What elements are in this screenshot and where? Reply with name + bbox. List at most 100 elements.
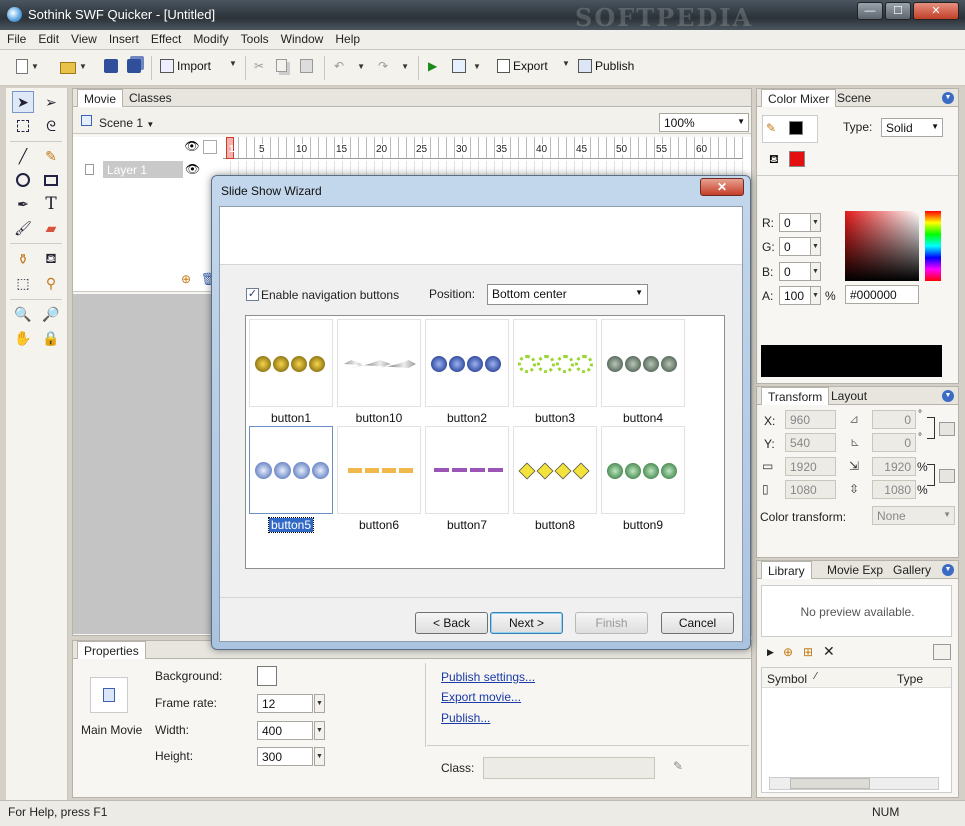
button-thumb[interactable]: [249, 319, 333, 407]
copy-button[interactable]: [276, 59, 287, 72]
g-input[interactable]: 0: [779, 237, 811, 256]
button-thumb[interactable]: [513, 426, 597, 514]
dialog-close-button[interactable]: ✕: [700, 178, 744, 196]
hex-input[interactable]: #000000: [845, 285, 919, 304]
line-tool[interactable]: ╱: [12, 145, 34, 167]
delete-icon[interactable]: ✕: [823, 643, 835, 660]
brush-tool[interactable]: 🖌: [12, 217, 34, 239]
chevron-down-icon[interactable]: ▼: [314, 747, 325, 766]
button-thumb[interactable]: [337, 426, 421, 514]
enable-nav-checkbox[interactable]: ✓: [246, 288, 259, 301]
button-label[interactable]: button5: [247, 517, 335, 533]
chevron-down-icon[interactable]: ▼: [31, 62, 39, 71]
col-type[interactable]: Type: [897, 672, 923, 686]
play-button[interactable]: ▶: [428, 59, 437, 73]
redo-button[interactable]: ↷ ▼: [378, 59, 409, 73]
layer-row[interactable]: Layer 1 👁: [73, 161, 223, 179]
library-options-button[interactable]: [933, 644, 951, 660]
subselect-tool[interactable]: ➢: [40, 91, 62, 113]
menu-edit[interactable]: Edit: [31, 30, 64, 46]
pen-tool[interactable]: ✒: [12, 193, 34, 215]
lasso-tool[interactable]: ᘓ: [40, 115, 62, 137]
chevron-down-icon[interactable]: ▼: [810, 262, 821, 281]
import-button[interactable]: Import: [160, 59, 211, 73]
eyedropper-tool[interactable]: ⚲: [40, 272, 62, 294]
color-picker-area[interactable]: [845, 211, 919, 281]
tab-scene[interactable]: Scene: [831, 89, 877, 107]
tab-color-mixer[interactable]: Color Mixer: [761, 89, 837, 107]
lock-tool[interactable]: 🔒: [40, 327, 62, 349]
export-dropdown[interactable]: ▼: [562, 59, 570, 68]
menu-window[interactable]: Window: [274, 30, 329, 46]
chevron-down-icon[interactable]: ▼: [810, 237, 821, 256]
save-all-button[interactable]: [127, 59, 141, 73]
position-select[interactable]: Bottom center ▼: [487, 284, 648, 305]
tab-layout[interactable]: Layout: [825, 387, 873, 405]
hand-tool[interactable]: ✋: [12, 327, 34, 349]
type-select[interactable]: Solid ▼: [881, 118, 943, 137]
skew-h-input[interactable]: 0: [872, 410, 916, 429]
zoom-select[interactable]: 100% ▼: [659, 113, 749, 132]
button-thumb[interactable]: [601, 426, 685, 514]
lock-icon[interactable]: [939, 422, 955, 436]
new-button[interactable]: ▼: [16, 59, 39, 74]
pencil-icon[interactable]: ✎: [766, 121, 776, 135]
close-button[interactable]: ✕: [913, 2, 959, 20]
chevron-down-icon[interactable]: ▼: [314, 721, 325, 740]
add-layer-icon[interactable]: ⊕: [181, 272, 191, 286]
button-label[interactable]: button1: [247, 411, 335, 425]
publish-settings-link[interactable]: Publish settings...: [441, 670, 535, 684]
x-input[interactable]: 960: [785, 410, 836, 429]
save-button[interactable]: [104, 59, 118, 73]
y-input[interactable]: 540: [785, 433, 836, 452]
library-scrollbar[interactable]: [769, 777, 939, 790]
menu-tools[interactable]: Tools: [234, 30, 274, 46]
button-thumb-selected[interactable]: [249, 426, 333, 514]
chevron-down-icon[interactable]: ▼: [79, 62, 87, 71]
select-tool[interactable]: ➤: [12, 91, 34, 113]
publish-button[interactable]: Publish: [578, 59, 634, 73]
button-label[interactable]: button4: [599, 411, 687, 425]
tab-transform[interactable]: Transform: [761, 387, 830, 405]
hue-slider[interactable]: [925, 211, 941, 281]
background-color-swatch[interactable]: [257, 666, 277, 686]
menu-view[interactable]: View: [64, 30, 102, 46]
chevron-down-icon[interactable]: ▼: [314, 694, 325, 713]
chevron-down-icon[interactable]: ▼: [810, 213, 821, 232]
lock-icon[interactable]: [939, 469, 955, 483]
play-icon[interactable]: ▶: [767, 647, 774, 658]
alpha-input[interactable]: 100: [779, 286, 811, 305]
outline-toggle[interactable]: [203, 140, 217, 154]
chevron-down-icon[interactable]: ▼: [810, 286, 821, 305]
w-input[interactable]: 1920: [785, 457, 836, 476]
tab-gallery[interactable]: Gallery: [887, 561, 937, 579]
menu-effect[interactable]: Effect: [144, 30, 186, 46]
tab-library[interactable]: Library: [761, 561, 812, 579]
zoom-in-tool[interactable]: 🔍: [12, 303, 34, 325]
scene-selector[interactable]: Scene 1 ▼: [99, 116, 154, 130]
fill-transform-tool[interactable]: ⬚: [12, 272, 34, 294]
paint-bucket-tool[interactable]: ⛾: [40, 248, 62, 270]
fill-color-swatch[interactable]: [789, 151, 805, 167]
tab-classes[interactable]: Classes: [123, 89, 178, 107]
publish-link[interactable]: Publish...: [441, 711, 490, 725]
button-label[interactable]: button6: [335, 518, 423, 532]
export-movie-link[interactable]: Export movie...: [441, 690, 521, 704]
chevron-down-icon[interactable]: ▼: [942, 92, 954, 104]
preview-button[interactable]: ▼: [452, 59, 481, 73]
export-button[interactable]: Export: [497, 59, 548, 73]
frame-rate-input[interactable]: 12: [257, 694, 313, 713]
button-thumb[interactable]: [425, 426, 509, 514]
minimize-button[interactable]: —: [857, 2, 883, 20]
transform-tool[interactable]: [12, 115, 34, 137]
class-input[interactable]: [483, 757, 655, 779]
paint-bucket-icon[interactable]: ⛾: [769, 152, 779, 168]
menu-modify[interactable]: Modify: [186, 30, 233, 46]
button-label[interactable]: button7: [423, 518, 511, 532]
scale-h-input[interactable]: 1080: [872, 480, 916, 499]
zoom-out-tool[interactable]: 🔎: [40, 303, 62, 325]
r-input[interactable]: 0: [779, 213, 811, 232]
button-label[interactable]: button3: [511, 411, 599, 425]
col-symbol[interactable]: Symbol: [767, 672, 807, 686]
menu-insert[interactable]: Insert: [102, 30, 144, 46]
